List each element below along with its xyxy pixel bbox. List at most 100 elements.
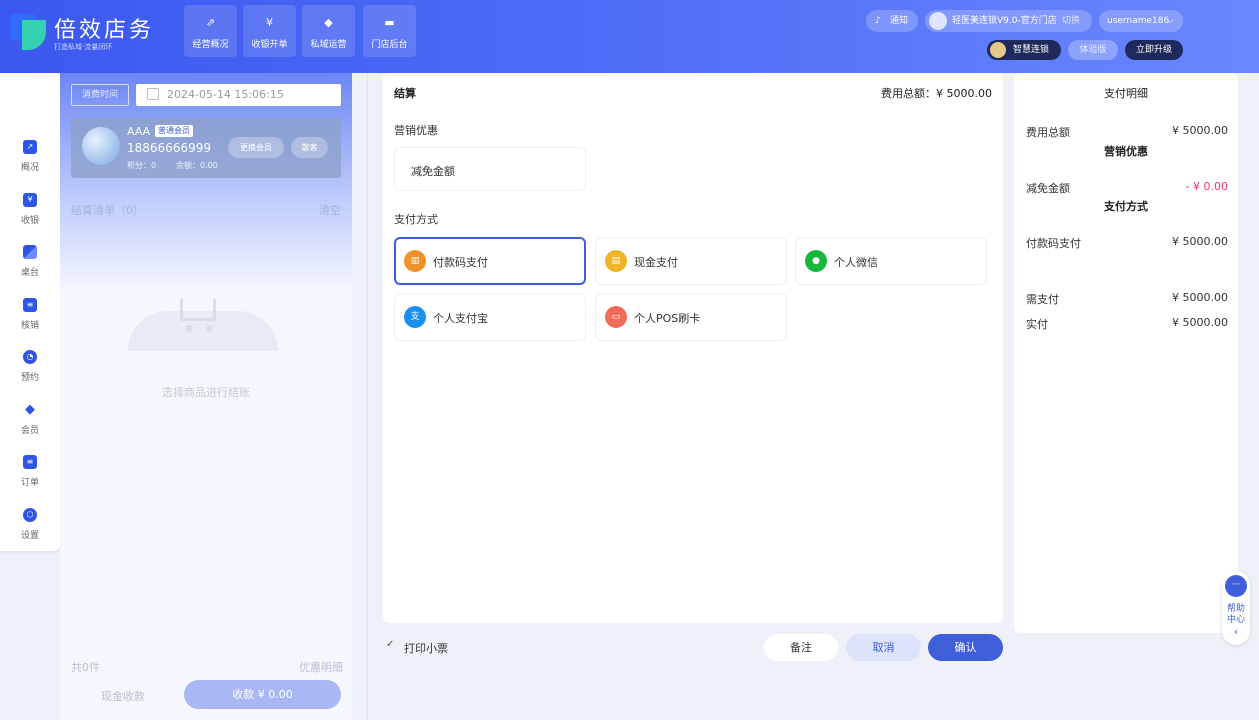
- sidebar-item-members[interactable]: ◆ 会员: [0, 403, 60, 443]
- pay-section-title: 支付方式: [394, 213, 438, 226]
- empty-cart-illustration: [128, 253, 278, 363]
- nav-label: 经营概况: [192, 40, 229, 50]
- nav-cashier[interactable]: ¥ 收银开单: [243, 5, 296, 57]
- sidebar-label: 概况: [20, 163, 39, 173]
- verify-icon: ≡: [23, 298, 37, 312]
- order-icon: ≡: [23, 455, 37, 469]
- nav-label: 门店后台: [371, 40, 408, 50]
- yen-icon: ¥: [23, 193, 37, 207]
- pay-method-label: 个人微信: [834, 256, 878, 269]
- trial-badge: 体验版: [1068, 40, 1118, 60]
- pay-method-pos[interactable]: ▭ 个人POS刷卡: [595, 293, 787, 341]
- cart-panel: 消费时间 2024-05-14 15:06:15 AAA 普通会员 188666…: [60, 73, 352, 720]
- pay-method-label: 个人POS刷卡: [634, 312, 701, 325]
- sidebar-item-orders[interactable]: ≡ 订单: [0, 455, 60, 495]
- wechat-icon: ●: [805, 250, 827, 272]
- nav-business-overview[interactable]: ⇗ 经营概况: [184, 5, 237, 57]
- detail-fee-total-label: 费用总额: [1026, 126, 1070, 139]
- calendar-icon: [147, 88, 159, 100]
- cart-list-title: 结算清单（0）: [71, 204, 144, 217]
- table-icon: [23, 245, 37, 259]
- upgrade-button[interactable]: 立即升级: [1125, 40, 1183, 60]
- clock-icon: ◔: [23, 350, 37, 364]
- settings-icon: ⬡: [23, 508, 37, 522]
- sidebar-item-verify[interactable]: ≡ 核销: [0, 298, 60, 338]
- confirm-button[interactable]: 确认: [928, 634, 1003, 661]
- cashier-icon: ¥: [266, 16, 273, 29]
- member-name: AAA: [127, 125, 151, 138]
- fee-total-label: 费用总额：: [881, 87, 937, 100]
- pay-method-cash[interactable]: ▤ 现金支付: [595, 237, 787, 285]
- chevron-down-icon: ⌵: [1167, 16, 1174, 26]
- time-label-badge: 消费时间: [71, 84, 129, 106]
- help-label-2: 中心: [1226, 615, 1245, 625]
- sidebar-label: 设置: [20, 531, 39, 541]
- store-icon: ▬: [384, 16, 395, 29]
- diamond-icon: ◆: [324, 16, 333, 29]
- member-level-badge: 普通会员: [155, 125, 193, 137]
- brand-logo[interactable]: 倍效店务 打造私域·流量闭环: [10, 10, 170, 58]
- plan-label: 智慧连锁: [1013, 45, 1050, 55]
- member-points: 积分：0: [127, 161, 157, 170]
- payment-detail-title: 支付明细: [1104, 87, 1148, 100]
- member-balance: 余额：0.00: [176, 161, 218, 170]
- nav-label: 收银开单: [251, 40, 288, 50]
- user-menu[interactable]: username186 ⌵: [1099, 10, 1183, 32]
- detail-promo-section: 营销优惠: [1104, 145, 1148, 158]
- detail-fee-total-value: ¥ 5000.00: [1172, 124, 1228, 137]
- member-card: AAA 普通会员 18866666999 积分：0 余额：0.00 更换会员 散…: [71, 118, 341, 178]
- detail-need-value: ¥ 5000.00: [1172, 291, 1228, 304]
- trend-icon: ⇗: [205, 16, 216, 29]
- top-bar: 倍效店务 打造私域·流量闭环 ⇗ 经营概况 ¥ 收银开单 ◆ 私域运营 ▬ 门店…: [0, 0, 1259, 73]
- pay-method-label: 个人支付宝: [433, 312, 488, 325]
- change-member-button[interactable]: 更换会员: [228, 137, 284, 158]
- pay-method-qr[interactable]: ▥ 付款码支付: [394, 237, 586, 285]
- nav-private-ops[interactable]: ◆ 私域运营: [302, 5, 355, 57]
- sidebar-item-settings[interactable]: ⬡ 设置: [0, 508, 60, 548]
- sidebar: ↗ 概况 ¥ 收银 桌台 ≡ 核销 ◔ 预约 ◆ 会员 ≡ 订单 ⬡ 设置: [0, 73, 60, 551]
- detail-paid-row: 实付 ¥ 5000.00: [1026, 316, 1228, 332]
- detail-qr-label: 付款码支付: [1026, 237, 1081, 250]
- cash-icon: ▤: [605, 250, 627, 272]
- sidebar-label: 预约: [20, 373, 39, 383]
- discount-detail-link[interactable]: 优惠明细: [299, 659, 343, 675]
- check-icon: ✓: [386, 639, 395, 650]
- print-receipt-checkbox[interactable]: ✓: [386, 639, 397, 652]
- walk-in-button[interactable]: 散客: [291, 137, 328, 158]
- settlement-title: 结算: [394, 87, 416, 100]
- pay-method-wechat[interactable]: ● 个人微信: [795, 237, 987, 285]
- switch-link[interactable]: 切换: [1062, 10, 1080, 32]
- empty-cart-text: 选择商品进行结账: [162, 386, 250, 399]
- settlement-card: 结算 费用总额：¥ 5000.00 营销优惠 减免金额 支付方式 ▥ 付款码支付…: [383, 73, 1003, 623]
- collect-payment-button[interactable]: 收款 ¥ 0.00: [184, 680, 341, 709]
- notice-button[interactable]: ♪ 通知: [866, 10, 918, 32]
- detail-reduce-row: 减免金额 - ¥ 0.00: [1026, 180, 1228, 196]
- notice-label: 通知: [890, 16, 909, 26]
- pos-card-icon: ▭: [605, 306, 627, 328]
- chat-icon: ···: [1225, 575, 1247, 597]
- sidebar-item-cashier[interactable]: ¥ 收银: [0, 193, 60, 233]
- cancel-button[interactable]: 取消: [846, 634, 921, 661]
- chart-icon: ↗: [23, 140, 37, 154]
- print-receipt-label[interactable]: 打印小票: [404, 640, 448, 656]
- time-picker[interactable]: 2024-05-14 15:06:15: [136, 84, 341, 106]
- crown-icon: [990, 42, 1006, 58]
- reduce-amount-label: 减免金额: [411, 165, 455, 178]
- pay-method-alipay[interactable]: 支 个人支付宝: [394, 293, 586, 341]
- fee-total: 费用总额：¥ 5000.00: [881, 85, 992, 101]
- qr-pay-icon: ▥: [404, 250, 426, 272]
- remark-button[interactable]: 备注: [764, 634, 838, 661]
- clear-cart-link[interactable]: 清空: [319, 202, 341, 218]
- chevron-left-icon[interactable]: ‹: [1222, 625, 1250, 638]
- gem-icon: ◆: [25, 402, 35, 417]
- cash-collect-button[interactable]: 现金收款: [101, 688, 145, 704]
- sidebar-item-tables[interactable]: 桌台: [0, 245, 60, 285]
- sidebar-item-booking[interactable]: ◔ 预约: [0, 350, 60, 390]
- reduce-amount-option[interactable]: 减免金额: [394, 147, 586, 191]
- store-switcher[interactable]: 轻医美连锁V9.0-官方门店 切换: [925, 10, 1092, 32]
- sidebar-item-overview[interactable]: ↗ 概况: [0, 140, 60, 180]
- nav-store-admin[interactable]: ▬ 门店后台: [363, 5, 416, 57]
- help-center-widget[interactable]: ··· 帮助 中心 ‹: [1222, 571, 1250, 645]
- detail-qr-value: ¥ 5000.00: [1172, 235, 1228, 248]
- pay-method-label: 付款码支付: [433, 256, 488, 269]
